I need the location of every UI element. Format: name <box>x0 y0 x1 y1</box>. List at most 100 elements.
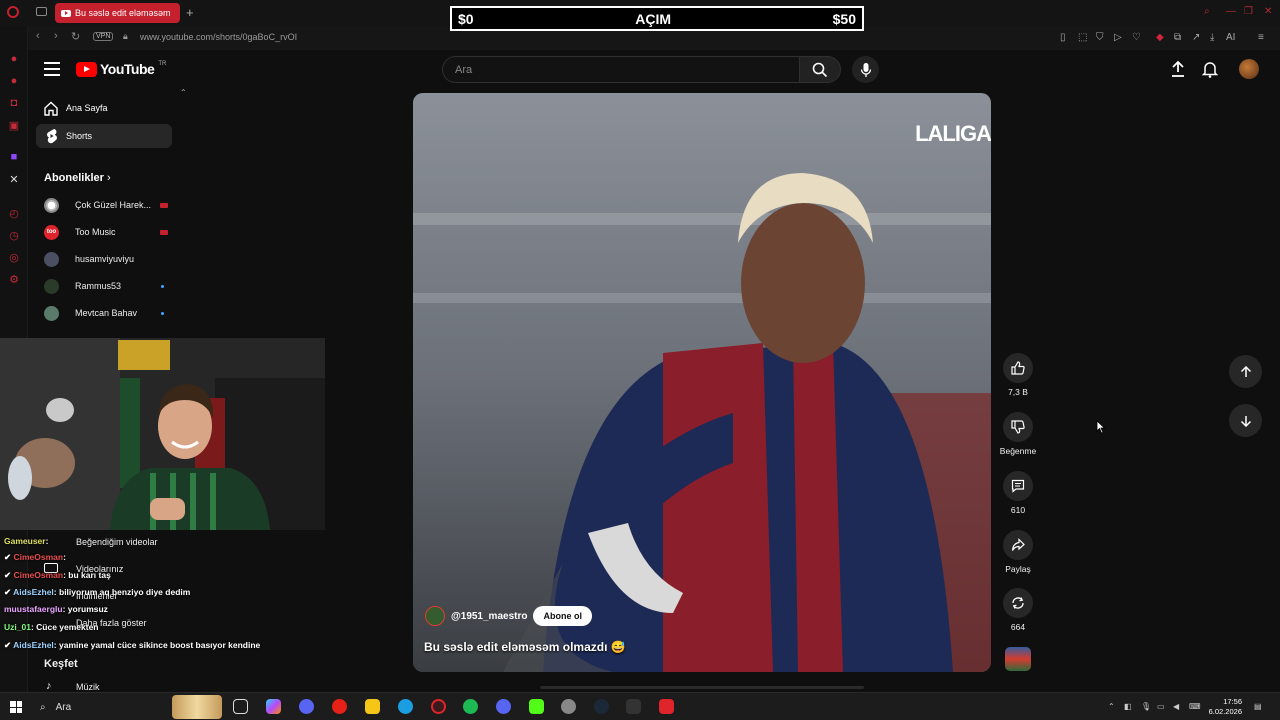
language-icon[interactable]: ⌨︎ <box>1189 702 1201 711</box>
minimize-icon[interactable]: — <box>1226 6 1236 17</box>
like-icon[interactable] <box>1003 353 1033 383</box>
collapse-chevron-icon[interactable]: ⌃ <box>180 88 187 97</box>
opera-icon[interactable] <box>431 699 446 714</box>
sidebar-item-shorts[interactable]: Shorts <box>36 124 172 148</box>
youtube-app-icon[interactable] <box>332 699 347 714</box>
comment-icon[interactable] <box>1003 471 1033 501</box>
maximize-icon[interactable]: ❐ <box>1244 6 1253 17</box>
sidebar-item-home[interactable]: Ana Sayfa <box>36 96 172 120</box>
short-caption[interactable]: Bu səslə edit eləməsəm olmazdı 😅 <box>424 640 626 654</box>
microphone-icon[interactable]: 🎙︎ <box>1141 702 1151 711</box>
search-input[interactable]: Ara <box>442 56 800 83</box>
extensions-icon[interactable]: ⧉ <box>1174 32 1181 43</box>
forward-icon[interactable]: › <box>54 30 58 42</box>
chevron-up-icon[interactable]: ⌃ <box>1108 702 1115 711</box>
settings-icon[interactable]: ⚙ <box>7 272 21 286</box>
taskbar-clock[interactable]: 17:56 6.02.2026 <box>1209 697 1242 717</box>
tray-icon[interactable]: ◧ <box>1124 702 1132 711</box>
lock-icon[interactable]: 🔒︎ <box>123 31 128 42</box>
search-highlight-image[interactable] <box>172 695 222 719</box>
guide-menu-icon[interactable] <box>44 62 60 76</box>
dislike-action[interactable]: Beğenme <box>998 412 1038 456</box>
sound-thumbnail[interactable] <box>1005 647 1031 671</box>
instagram-icon[interactable]: ◘ <box>7 96 21 110</box>
channel-avatar[interactable] <box>425 606 445 626</box>
subscription-item[interactable]: Çok Güzel Harek... <box>44 196 174 214</box>
app-icon[interactable] <box>659 699 674 714</box>
share-icon[interactable] <box>1003 530 1033 560</box>
next-short-button[interactable] <box>1229 404 1262 437</box>
notifications-icon[interactable]: ▤ <box>1254 702 1262 711</box>
history-icon[interactable]: ◴ <box>7 206 21 220</box>
chevron-right-icon: › <box>106 172 111 184</box>
bookmark-icon[interactable]: ▯ <box>1060 32 1066 43</box>
dislike-icon[interactable] <box>1003 412 1033 442</box>
whatsapp-icon[interactable]: ● <box>7 74 21 88</box>
app-icon[interactable] <box>299 699 314 714</box>
pinboard-icon[interactable]: ◎ <box>7 250 21 264</box>
pocket-icon[interactable]: ◆ <box>1156 32 1164 43</box>
heart-icon[interactable]: ♡ <box>1132 32 1141 43</box>
browser-menu-icon[interactable]: ≡ <box>1258 32 1264 43</box>
sidebar-item-music[interactable]: Müzik <box>76 682 100 692</box>
snapshot-icon[interactable]: ⬚ <box>1078 32 1087 43</box>
spotify-icon[interactable] <box>463 699 478 714</box>
share-action[interactable]: Paylaş <box>998 530 1038 574</box>
account-avatar[interactable] <box>1239 59 1259 79</box>
url-field[interactable]: www.youtube.com/shorts/0gaBoC_rvOI <box>140 32 297 42</box>
home-icon <box>36 101 66 116</box>
reload-icon[interactable]: ↻ <box>71 30 80 43</box>
remix-icon[interactable] <box>1003 588 1033 618</box>
obs-icon[interactable] <box>561 699 576 714</box>
aria-icon[interactable]: AI <box>1226 32 1235 43</box>
search-button[interactable] <box>799 56 841 83</box>
app-icon[interactable] <box>626 699 641 714</box>
discord-icon[interactable] <box>496 699 511 714</box>
new-tab-button[interactable]: + <box>186 5 194 20</box>
voice-search-button[interactable] <box>852 56 879 83</box>
subscriptions-heading[interactable]: Abonelikler › <box>44 172 111 184</box>
create-upload-icon[interactable] <box>1170 60 1186 83</box>
like-action[interactable]: 7,3 B <box>998 353 1038 397</box>
comments-action[interactable]: 610 <box>998 471 1038 515</box>
messenger-icon[interactable]: ● <box>7 52 21 66</box>
subscribe-button[interactable]: Abone ol <box>533 606 592 626</box>
scrub-bar[interactable] <box>540 686 864 689</box>
subscription-item[interactable]: too Too Music <box>44 223 174 241</box>
sidebar-item-liked[interactable]: Beğendiğim videolar <box>76 537 158 547</box>
kick-icon[interactable] <box>529 699 544 714</box>
steam-icon[interactable] <box>594 699 609 714</box>
subscription-item[interactable]: husamviyuviyu <box>44 250 174 268</box>
download-icon[interactable]: ⤓ <box>1210 32 1214 43</box>
remix-action[interactable]: 664 <box>998 588 1038 632</box>
youtube-logo[interactable]: YouTube TR <box>76 61 166 77</box>
shield-icon[interactable]: ⛉ <box>1096 32 1104 43</box>
file-explorer-icon[interactable] <box>365 699 380 714</box>
search-tabs-icon[interactable]: ⌕ <box>1204 6 1210 17</box>
vpn-badge[interactable]: VPN <box>93 32 114 41</box>
notifications-icon[interactable] <box>1201 60 1219 83</box>
search-icon <box>812 62 828 77</box>
task-view-icon[interactable] <box>233 699 248 714</box>
twitch-icon[interactable]: ■ <box>7 150 21 164</box>
short-video-player[interactable]: LALIGA @1951_maestro Abone ol Bu səslə e… <box>413 93 991 672</box>
tab-switch-icon[interactable] <box>36 7 47 16</box>
subscription-item[interactable]: Rammus53 <box>44 277 174 295</box>
previous-short-button[interactable] <box>1229 355 1262 388</box>
network-icon[interactable]: ▭ <box>1157 702 1165 711</box>
subscription-item[interactable]: Mevtcan Bahav <box>44 304 174 322</box>
volume-icon[interactable]: ◀︎ <box>1173 702 1179 711</box>
tab-active[interactable]: Bu səslə edit eləməsəm <box>55 3 180 23</box>
x-icon[interactable]: ✕ <box>7 172 21 186</box>
opera-menu-icon[interactable] <box>7 6 19 18</box>
close-icon[interactable]: ✕ <box>1264 6 1272 17</box>
edge-icon[interactable] <box>398 699 413 714</box>
mail-icon[interactable]: ▣ <box>7 118 21 132</box>
channel-name[interactable]: @1951_maestro <box>451 611 527 622</box>
copilot-icon[interactable] <box>266 699 281 714</box>
share-icon[interactable]: ↗ <box>1192 32 1200 43</box>
player-icon[interactable]: ▷ <box>1114 32 1122 43</box>
clock-icon[interactable]: ◷ <box>7 228 21 242</box>
windows-start-icon[interactable] <box>10 701 22 713</box>
back-icon[interactable]: ‹ <box>36 30 40 42</box>
